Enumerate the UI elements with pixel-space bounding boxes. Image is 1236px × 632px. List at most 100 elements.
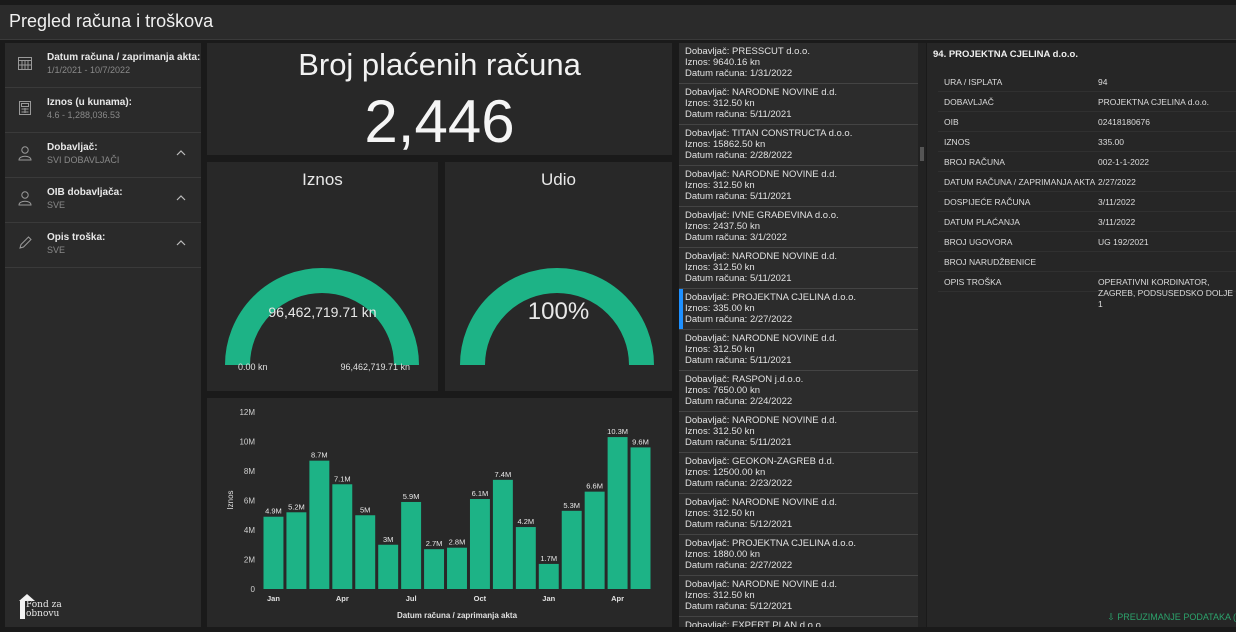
detail-key: DOSPIJEĆE RAČUNA <box>944 197 1031 207</box>
invoice-date: Datum računa: 3/1/2022 <box>685 232 787 243</box>
detail-key: BROJ NARUDŽBENICE <box>944 257 1037 267</box>
invoice-list-item[interactable]: Dobavljač: NARODNE NOVINE d.d. Iznos: 312… <box>679 330 918 371</box>
bar-value-label: 6.1M <box>472 489 489 498</box>
detail-row: DATUM PLAĆANJA 3/11/2022 <box>938 212 1236 232</box>
invoice-list-item[interactable]: Dobavljač: PRESSCUT d.o.o. Iznos: 9640.16… <box>679 43 918 84</box>
bar-value-label: 4.2M <box>517 517 534 526</box>
chevron-up-icon[interactable] <box>175 193 187 203</box>
filter-value: 4.6 - 1,288,036.53 <box>47 110 121 120</box>
logo: Fond za obnovu <box>26 601 62 619</box>
detail-value: 02418180676 <box>1098 117 1151 127</box>
bar-value-label: 5.3M <box>563 501 580 510</box>
invoice-list-item[interactable]: Dobavljač: NARODNE NOVINE d.d. Iznos: 312… <box>679 84 918 125</box>
invoice-list-item[interactable]: Dobavljač: NARODNE NOVINE d.d. Iznos: 312… <box>679 248 918 289</box>
detail-value: 2/27/2022 <box>1098 177 1136 187</box>
invoice-amount: Iznos: 312.50 kn <box>685 426 755 437</box>
invoice-list-item[interactable]: Dobavljač: NARODNE NOVINE d.d. Iznos: 312… <box>679 412 918 453</box>
invoice-date: Datum računa: 1/31/2022 <box>685 68 793 79</box>
gauge-share-card: Udio 100% <box>445 162 672 391</box>
x-axis-title: Datum računa / zaprimanja akta <box>397 611 518 620</box>
kpi-value: 2,446 <box>364 88 515 155</box>
invoice-supplier: Dobavljač: PRESSCUT d.o.o. <box>685 46 810 57</box>
bar-value-label: 10.3M <box>607 427 628 436</box>
filter-title: Dobavljač: <box>47 142 98 153</box>
invoice-list-item[interactable]: Dobavljač: GEOKON-ZAGREB d.d. Iznos: 1250… <box>679 453 918 494</box>
invoice-list-item[interactable]: Dobavljač: TITAN CONSTRUCTA d.o.o. Iznos:… <box>679 125 918 166</box>
bar <box>607 437 628 589</box>
invoice-amount: Iznos: 2437.50 kn <box>685 221 760 232</box>
invoice-supplier: Dobavljač: PROJEKTNA CJELINA d.o.o. <box>685 292 857 303</box>
list-scrollbar[interactable] <box>918 43 926 627</box>
detail-key: DATUM RAČUNA / ZAPRIMANJA AKTA <box>944 177 1096 187</box>
detail-key: DATUM PLAĆANJA <box>944 217 1020 227</box>
kpi-title: Broj plaćenih računa <box>298 47 581 82</box>
detail-value: OPERATIVNI KORDINATOR, ZAGREB, PODSUSEDS… <box>1098 277 1234 309</box>
bar-chart: 0 2M 4M 6M 8M 10M 12M 4.9M 5.2M 8.7M 7.1M 5M 3M 5.9M 2… <box>226 408 651 620</box>
invoice-date: Datum računa: 2/23/2022 <box>685 478 793 489</box>
gauge-min: 0.00 kn <box>238 362 268 372</box>
bar <box>355 515 376 589</box>
detail-row: DOSPIJEĆE RAČUNA 3/11/2022 <box>938 192 1236 212</box>
calendar-icon <box>18 57 32 70</box>
bar-value-label: 1.7M <box>540 554 557 563</box>
detail-key: URA / ISPLATA <box>944 77 1003 87</box>
filter-amount[interactable]: Iznos (u kunama): 4.6 - 1,288,036.53 <box>5 88 201 133</box>
bar <box>263 516 284 589</box>
invoice-list-item[interactable]: Dobavljač: NARODNE NOVINE d.d. Iznos: 312… <box>679 166 918 207</box>
x-tick-label: Apr <box>336 594 349 603</box>
invoice-date: Datum računa: 2/28/2022 <box>685 150 793 161</box>
bar-value-label: 3M <box>383 535 393 544</box>
invoice-list-item[interactable]: Dobavljač: NARODNE NOVINE d.d. Iznos: 312… <box>679 494 918 535</box>
chevron-up-icon[interactable] <box>175 148 187 158</box>
bar <box>492 479 513 589</box>
bar <box>584 491 605 589</box>
chevron-up-icon[interactable] <box>175 238 187 248</box>
x-tick-label: Apr <box>611 594 624 603</box>
filter-oib[interactable]: OIB dobavljača: SVE <box>5 178 201 223</box>
bar <box>630 447 651 589</box>
kpi-card: Broj plaćenih računa 2,446 <box>207 43 672 155</box>
invoice-list-item[interactable]: Dobavljač: PROJEKTNA CJELINA d.o.o. Iznos… <box>679 289 918 330</box>
bar-value-label: 7.4M <box>495 470 512 479</box>
filter-cost-description[interactable]: Opis troška: SVE <box>5 223 201 268</box>
gauge-amount-card: Iznos 96,462,719.71 kn 0.00 kn 96,462,71… <box>207 162 438 391</box>
invoice-amount: Iznos: 1880.00 kn <box>685 549 760 560</box>
invoice-supplier: Dobavljač: NARODNE NOVINE d.d. <box>685 169 838 180</box>
invoice-date: Datum računa: 5/11/2021 <box>685 437 792 448</box>
bar <box>538 563 559 589</box>
invoice-list-item[interactable]: Dobavljač: NARODNE NOVINE d.d. Iznos: 312… <box>679 576 918 617</box>
invoice-list-item[interactable]: Dobavljač: PROJEKTNA CJELINA d.o.o. Iznos… <box>679 535 918 576</box>
invoice-date: Datum računa: 2/27/2022 <box>685 314 793 325</box>
details-title: 94. PROJEKTNA CJELINA d.o.o. <box>933 49 1078 60</box>
invoice-list-item[interactable]: Dobavljač: EXPERT PLAN d.o.o. <box>679 617 918 627</box>
invoice-date: Datum računa: 5/11/2021 <box>685 273 792 284</box>
filter-supplier[interactable]: Dobavljač: SVI DOBAVLJAČI <box>5 133 201 178</box>
invoice-date: Datum računa: 2/27/2022 <box>685 560 793 571</box>
bar-value-label: 7.1M <box>334 474 351 483</box>
invoice-list-item[interactable]: Dobavljač: IVNE GRAĐEVINA d.o.o. Iznos: 2… <box>679 207 918 248</box>
invoice-date: Datum računa: 5/11/2021 <box>685 191 792 202</box>
filter-value: SVE <box>47 200 66 210</box>
detail-value: 3/11/2022 <box>1098 197 1136 207</box>
y-tick-label: 6M <box>244 497 255 506</box>
download-data-link[interactable]: ⇩ PREUZIMANJE PODATAKA ( <box>1107 612 1236 623</box>
invoice-list-item[interactable]: Dobavljač: RASPON j.d.o.o. Iznos: 7650.00… <box>679 371 918 412</box>
detail-key: DOBAVLJAČ <box>944 97 994 107</box>
invoice-amount: Iznos: 15862.50 kn <box>685 139 766 150</box>
pencil-icon <box>19 236 32 249</box>
scrollbar-thumb[interactable] <box>920 147 924 161</box>
filter-date[interactable]: Datum računa / zaprimanja akta: 1/1/2021… <box>5 43 201 88</box>
invoice-date: Datum računa: 5/12/2021 <box>685 601 793 612</box>
invoice-supplier: Dobavljač: GEOKON-ZAGREB d.d. <box>685 456 835 467</box>
detail-value: 002-1-1-2022 <box>1098 157 1150 167</box>
invoice-supplier: Dobavljač: TITAN CONSTRUCTA d.o.o. <box>685 128 853 139</box>
detail-key: OPIS TROŠKA <box>944 277 1002 287</box>
detail-value: 94 <box>1098 77 1108 87</box>
filter-title: Opis troška: <box>47 232 106 243</box>
invoice-supplier: Dobavljač: RASPON j.d.o.o. <box>685 374 804 385</box>
bar <box>332 484 353 589</box>
gauge-amount <box>225 268 419 366</box>
y-axis-title: Iznos <box>226 490 235 509</box>
invoice-supplier: Dobavljač: NARODNE NOVINE d.d. <box>685 579 838 590</box>
invoice-amount: Iznos: 312.50 kn <box>685 508 755 519</box>
